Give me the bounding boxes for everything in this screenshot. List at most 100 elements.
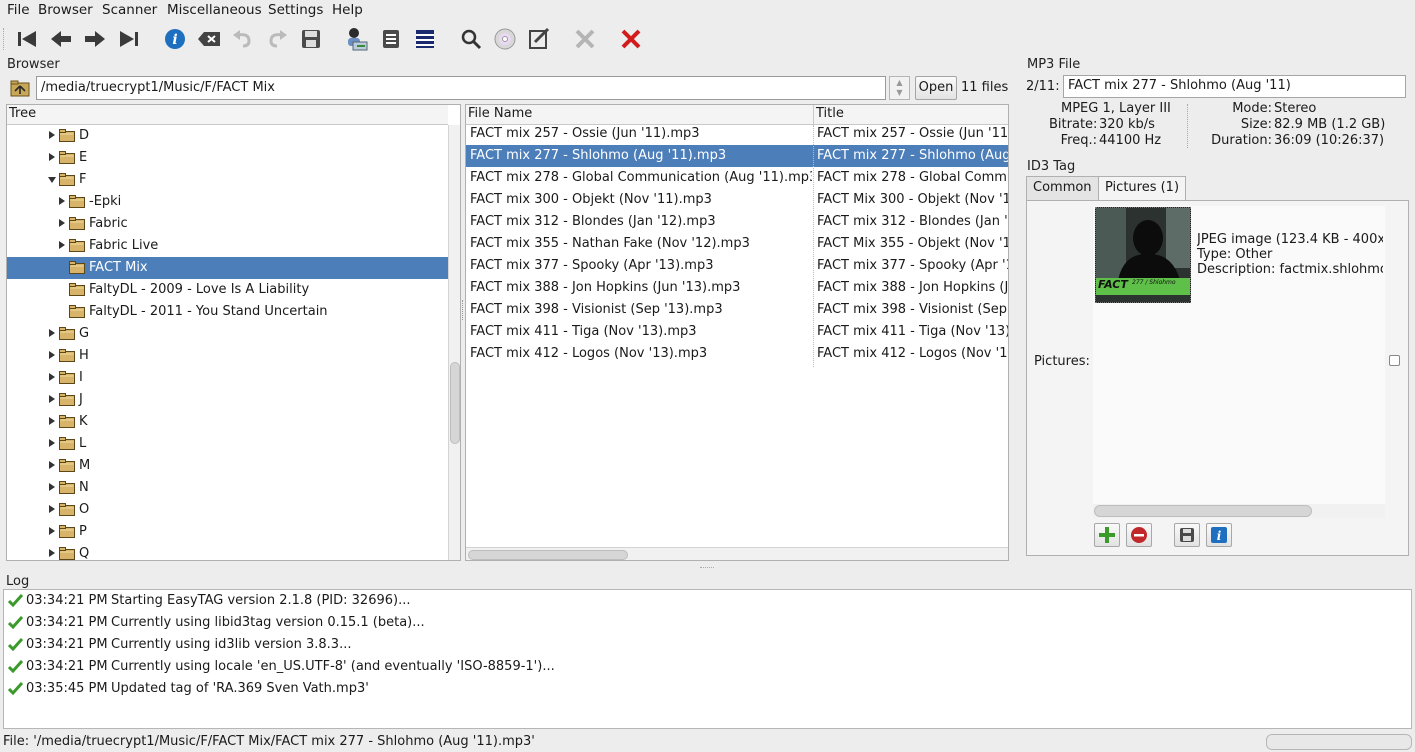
toolbar-grip[interactable]: [3, 28, 6, 50]
tree-header[interactable]: Tree: [7, 105, 448, 125]
tree-scroll-thumb[interactable]: [450, 362, 460, 444]
tab-pictures[interactable]: Pictures (1): [1098, 176, 1187, 201]
stop-icon[interactable]: [571, 25, 599, 53]
file-row[interactable]: FACT mix 312 - Blondes (Jan '12).mp3 FACT…: [466, 211, 1008, 233]
browser-path-input[interactable]: /media/truecrypt1/Music/F/FACT Mix: [36, 76, 886, 100]
tab-common[interactable]: Common: [1026, 176, 1099, 200]
expander-collapsed-icon[interactable]: [49, 461, 55, 469]
scanner-icon[interactable]: [342, 25, 370, 53]
file-row[interactable]: FACT mix 277 - Shlohmo (Aug '11).mp3 FACT…: [466, 145, 1008, 167]
playlist-icon[interactable]: [377, 25, 405, 53]
filename-field[interactable]: FACT mix 277 - Shlohmo (Aug '11): [1063, 75, 1406, 98]
open-button[interactable]: Open: [915, 76, 957, 100]
menu-scanner[interactable]: Scanner: [102, 2, 157, 18]
expander-expanded-icon[interactable]: [48, 177, 56, 183]
tree-item[interactable]: F: [7, 169, 448, 191]
expander-collapsed-icon[interactable]: [49, 373, 55, 381]
expander-collapsed-icon[interactable]: [49, 417, 55, 425]
parent-folder-icon[interactable]: [10, 79, 30, 97]
tree-item[interactable]: I: [7, 367, 448, 389]
tree-item[interactable]: -Epki: [7, 191, 448, 213]
expander-collapsed-icon[interactable]: [49, 527, 55, 535]
menu-miscellaneous[interactable]: Miscellaneous: [167, 2, 262, 18]
tree-item[interactable]: E: [7, 147, 448, 169]
tree-item[interactable]: P: [7, 521, 448, 543]
file-row[interactable]: FACT mix 411 - Tiga (Nov '13).mp3 FACT mi…: [466, 321, 1008, 343]
tree-item[interactable]: Q: [7, 543, 448, 560]
info-icon[interactable]: i: [161, 25, 189, 53]
tree-item[interactable]: O: [7, 499, 448, 521]
pictures-list[interactable]: FACT 277 / Shlohmo JPEG image (123.4 KB …: [1093, 206, 1385, 504]
file-row[interactable]: FACT mix 388 - Jon Hopkins (Jun '13).mp3…: [466, 277, 1008, 299]
apply-to-all-checkbox[interactable]: [1389, 355, 1400, 366]
tree-item[interactable]: J: [7, 389, 448, 411]
expander-collapsed-icon[interactable]: [49, 505, 55, 513]
pane-splitter[interactable]: [462, 300, 464, 320]
tree-item[interactable]: L: [7, 433, 448, 455]
expander-collapsed-icon[interactable]: [49, 131, 55, 139]
tree-item[interactable]: Fabric: [7, 213, 448, 235]
search-icon[interactable]: [457, 25, 485, 53]
quit-icon[interactable]: [617, 25, 645, 53]
redo-icon[interactable]: [263, 25, 291, 53]
tree-item[interactable]: G: [7, 323, 448, 345]
column-header-title[interactable]: Title: [813, 105, 1008, 125]
view-mode-icon[interactable]: [411, 25, 439, 53]
file-row[interactable]: FACT mix 398 - Visionist (Sep '13).mp3 FA…: [466, 299, 1008, 321]
expander-collapsed-icon[interactable]: [59, 219, 65, 227]
expander-collapsed-icon[interactable]: [49, 153, 55, 161]
tree-item[interactable]: Fabric Live: [7, 235, 448, 257]
menu-browser[interactable]: Browser: [38, 2, 93, 18]
tree-panel[interactable]: Tree D E F -Epki Fabric Fabric Live FACT Mix Fa…: [6, 104, 461, 561]
file-list-hscrollbar[interactable]: [466, 547, 1008, 560]
tree-item[interactable]: M: [7, 455, 448, 477]
expander-collapsed-icon[interactable]: [49, 439, 55, 447]
last-icon[interactable]: [115, 25, 143, 53]
tree-item[interactable]: D: [7, 125, 448, 147]
first-icon[interactable]: [13, 25, 41, 53]
expander-collapsed-icon[interactable]: [59, 241, 65, 249]
log-panel[interactable]: 03:34:21 PM Starting EasyTAG version 2.1.…: [3, 589, 1412, 729]
save-icon[interactable]: [297, 25, 325, 53]
file-row[interactable]: FACT mix 355 - Nathan Fake (Nov '12).mp3…: [466, 233, 1008, 255]
tree-item[interactable]: N: [7, 477, 448, 499]
previous-icon[interactable]: [47, 25, 75, 53]
remove-picture-button[interactable]: [1126, 523, 1152, 547]
menu-settings[interactable]: Settings: [268, 2, 323, 18]
add-picture-button[interactable]: [1094, 523, 1120, 547]
menu-help[interactable]: Help: [332, 2, 363, 18]
next-icon[interactable]: [81, 25, 109, 53]
file-row[interactable]: FACT mix 300 - Objekt (Nov '11).mp3 FACT …: [466, 189, 1008, 211]
cover-thumbnail[interactable]: FACT 277 / Shlohmo: [1095, 207, 1191, 303]
edit-icon[interactable]: [525, 25, 553, 53]
path-combo-arrows[interactable]: ▲ ▼: [889, 76, 910, 100]
file-row[interactable]: FACT mix 278 - Global Communication (Aug…: [466, 167, 1008, 189]
tree-item[interactable]: FACT Mix: [7, 257, 448, 279]
pictures-hscrollbar[interactable]: [1093, 504, 1385, 518]
picture-properties-button[interactable]: i: [1206, 523, 1232, 547]
log-splitter[interactable]: [700, 567, 714, 570]
save-picture-button[interactable]: [1174, 523, 1200, 547]
tree-item[interactable]: FaltyDL - 2011 - You Stand Uncertain: [7, 301, 448, 323]
undo-icon[interactable]: [229, 25, 257, 53]
cd-icon[interactable]: [491, 25, 519, 53]
expander-collapsed-icon[interactable]: [49, 329, 55, 337]
file-row[interactable]: FACT mix 377 - Spooky (Apr '13).mp3 FACT …: [466, 255, 1008, 277]
pictures-hscroll-thumb[interactable]: [1094, 505, 1312, 517]
file-list[interactable]: File Name Title FACT mix 257 - Ossie (Ju…: [465, 104, 1009, 561]
tree-scrollbar[interactable]: [448, 125, 460, 560]
tree-item[interactable]: FaltyDL - 2009 - Love Is A Liability: [7, 279, 448, 301]
column-header-filename[interactable]: File Name: [466, 105, 813, 125]
menu-file[interactable]: File: [7, 2, 30, 18]
tree-item[interactable]: K: [7, 411, 448, 433]
expander-collapsed-icon[interactable]: [49, 395, 55, 403]
file-row[interactable]: FACT mix 257 - Ossie (Jun '11).mp3 FACT m…: [466, 123, 1008, 145]
expander-collapsed-icon[interactable]: [49, 351, 55, 359]
tree-item[interactable]: H: [7, 345, 448, 367]
expander-collapsed-icon[interactable]: [59, 197, 65, 205]
expander-collapsed-icon[interactable]: [49, 549, 55, 557]
clear-icon[interactable]: [195, 25, 223, 53]
file-row[interactable]: FACT mix 412 - Logos (Nov '13).mp3 FACT m…: [466, 343, 1008, 365]
file-list-hscroll-thumb[interactable]: [468, 550, 628, 560]
expander-collapsed-icon[interactable]: [49, 483, 55, 491]
